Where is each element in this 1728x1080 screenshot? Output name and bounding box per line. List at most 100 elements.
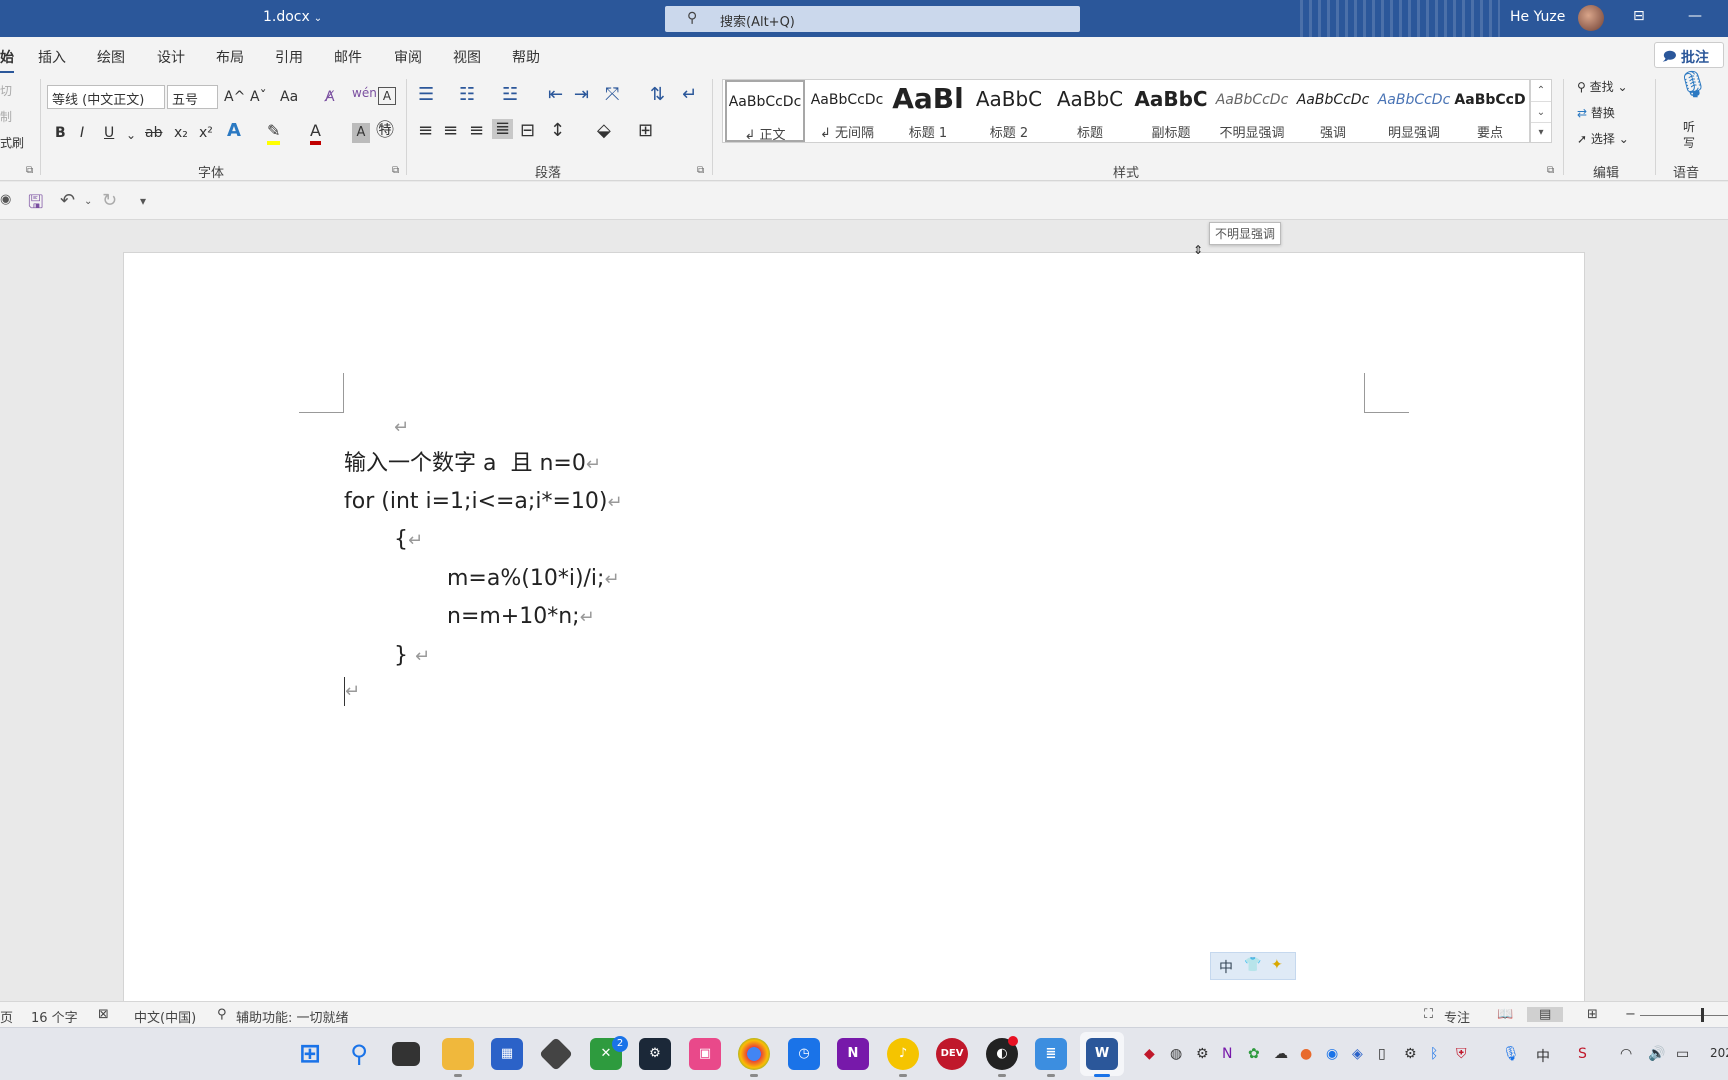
justify-icon[interactable]: ≣: [492, 119, 514, 139]
select-button[interactable]: ➚ 选择 ⌄: [1577, 129, 1629, 149]
grow-font-button[interactable]: A^: [224, 87, 245, 107]
document-line[interactable]: n=m+10*n;↵: [447, 603, 595, 632]
shading-icon[interactable]: ⬙: [597, 121, 611, 141]
undo-dropdown-icon[interactable]: ⌄: [84, 196, 92, 207]
minimize-icon[interactable]: —: [1688, 8, 1702, 24]
document-page[interactable]: ↵ 输入一个数字 a 且 n=0↵ for (int i=1;i<=a;i*=1…: [123, 252, 1585, 1032]
dictate-label-2[interactable]: 写: [1683, 133, 1695, 153]
font-color-button[interactable]: A: [310, 121, 321, 145]
unity-icon[interactable]: [539, 1037, 573, 1071]
zoom-out-icon[interactable]: −: [1625, 1007, 1636, 1022]
highlight-icon[interactable]: ✎: [267, 121, 281, 145]
security-icon[interactable]: ⛨: [1456, 1046, 1467, 1062]
scroll-up-icon[interactable]: ⌃: [1531, 80, 1551, 101]
copy-button[interactable]: 制: [0, 107, 12, 127]
font-launcher-icon[interactable]: ⧉: [392, 165, 399, 176]
style-heading-1[interactable]: AaBl 标题 1: [888, 80, 968, 142]
find-button[interactable]: ⚲ 查找 ⌄: [1577, 77, 1628, 97]
accessibility-status[interactable]: 辅助功能: 一切就绪: [236, 1007, 349, 1026]
document-line[interactable]: {↵: [394, 526, 423, 555]
style-heading-2[interactable]: AaBbC 标题 2: [969, 80, 1049, 142]
usb-icon[interactable]: ▯: [1378, 1046, 1386, 1062]
document-line[interactable]: for (int i=1;i<=a;i*=10)↵: [344, 488, 623, 517]
chrome-icon[interactable]: [738, 1038, 770, 1070]
more-styles-icon[interactable]: ▾: [1531, 122, 1551, 142]
document-line[interactable]: } ↵: [394, 642, 430, 671]
style-title[interactable]: AaBbC 标题: [1050, 80, 1130, 142]
subscript-button[interactable]: x₂: [174, 123, 188, 143]
increase-indent-icon[interactable]: ⇥: [574, 85, 589, 105]
microphone-icon[interactable]: 🎙: [1676, 72, 1709, 98]
tab-help[interactable]: 帮助: [512, 47, 540, 67]
wifi-icon[interactable]: ◠: [1620, 1046, 1632, 1062]
search-box[interactable]: ⚲ 搜索(Alt+Q): [665, 6, 1080, 32]
customize-qat-icon[interactable]: ▾: [140, 194, 146, 208]
devcpp-icon[interactable]: DEV: [936, 1038, 968, 1070]
document-title[interactable]: 1.docx ⌄: [263, 9, 322, 25]
user-name[interactable]: He Yuze: [1510, 9, 1565, 25]
multilevel-list-icon[interactable]: ☳: [502, 85, 518, 105]
tray-orange-icon[interactable]: ●: [1300, 1046, 1312, 1062]
search-icon[interactable]: ⚲: [343, 1038, 375, 1070]
globe-icon[interactable]: ◍: [1170, 1046, 1182, 1062]
show-marks-icon[interactable]: ↵: [682, 85, 697, 105]
sogou-icon[interactable]: S: [1578, 1046, 1587, 1062]
bullets-icon[interactable]: ☰: [418, 85, 434, 105]
web-layout-icon[interactable]: ⊞: [1587, 1007, 1598, 1022]
scroll-down-icon[interactable]: ⌄: [1531, 101, 1551, 122]
style-subtle-emphasis[interactable]: AaBbCcDc 不明显强调: [1212, 80, 1292, 142]
lightbulb-icon[interactable]: ✦: [1271, 957, 1283, 973]
steam-icon[interactable]: ⚙: [639, 1038, 671, 1070]
replace-button[interactable]: ⇄ 替换: [1577, 103, 1615, 123]
distributed-icon[interactable]: ⊟: [520, 121, 535, 141]
enclose-char-icon[interactable]: A: [378, 87, 396, 105]
font-size-select[interactable]: 五号: [167, 85, 218, 109]
word-count[interactable]: 16 个字: [31, 1007, 78, 1026]
steam-tray-icon[interactable]: ⚙: [1404, 1046, 1417, 1062]
tab-design[interactable]: 设计: [157, 47, 185, 67]
autosave-toggle-icon[interactable]: ◉: [0, 192, 11, 207]
strikethrough-button[interactable]: ab: [145, 123, 162, 143]
text-effects-button[interactable]: A: [227, 121, 241, 141]
format-painter-button[interactable]: 式刷: [0, 133, 24, 153]
tab-references[interactable]: 引用: [275, 47, 303, 67]
save-icon[interactable]: 🖫: [28, 190, 43, 220]
volume-icon[interactable]: 🔊: [1648, 1046, 1665, 1062]
underline-button[interactable]: U: [104, 123, 114, 143]
sort-icon[interactable]: ⇅: [650, 85, 665, 105]
tab-review[interactable]: 审阅: [394, 47, 422, 67]
tray-app-icon[interactable]: ◆: [1144, 1046, 1155, 1062]
print-layout-icon[interactable]: ▤: [1527, 1007, 1564, 1022]
resize-handle-icon[interactable]: ⇕: [1193, 243, 1203, 257]
store-icon[interactable]: ▦: [491, 1038, 523, 1070]
style-strong[interactable]: AaBbCcD 要点: [1450, 80, 1530, 142]
notepad-icon[interactable]: ≣: [1035, 1038, 1067, 1070]
onenote-tray-icon[interactable]: N: [1222, 1046, 1232, 1062]
document-line[interactable]: m=a%(10*i)/i;↵: [447, 565, 620, 594]
clock-text[interactable]: 202: [1710, 1046, 1728, 1060]
tab-draw[interactable]: 绘图: [97, 47, 125, 67]
font-family-select[interactable]: 等线 (中文正文): [47, 85, 165, 109]
avatar[interactable]: [1578, 5, 1604, 31]
align-center-icon[interactable]: ≡: [443, 121, 458, 141]
tab-mailings[interactable]: 邮件: [334, 47, 362, 67]
razer-icon[interactable]: ✿: [1248, 1046, 1260, 1062]
zoom-slider[interactable]: [1640, 1015, 1728, 1016]
language-indicator[interactable]: 中文(中国): [134, 1007, 196, 1026]
tab-insert[interactable]: 插入: [38, 47, 66, 67]
italic-button[interactable]: I: [80, 123, 84, 143]
tray-blue-icon[interactable]: ◉: [1326, 1046, 1338, 1062]
borders-icon[interactable]: ⊞: [638, 121, 653, 141]
asian-layout-icon[interactable]: ⤧: [605, 85, 619, 105]
cut-button[interactable]: 切: [0, 81, 12, 101]
clipboard-launcher-icon[interactable]: ⧉: [26, 165, 33, 176]
onedrive-icon[interactable]: ☁: [1274, 1046, 1288, 1062]
tab-view[interactable]: 视图: [453, 47, 481, 67]
clock-app-icon[interactable]: ◷: [788, 1038, 820, 1070]
style-subtitle[interactable]: AaBbC 副标题: [1131, 80, 1211, 142]
styles-launcher-icon[interactable]: ⧉: [1547, 165, 1554, 176]
undo-icon[interactable]: ↶: [60, 190, 75, 211]
music-app-icon[interactable]: ♪: [887, 1038, 919, 1070]
file-explorer-icon[interactable]: [442, 1038, 474, 1070]
align-right-icon[interactable]: ≡: [469, 121, 484, 141]
